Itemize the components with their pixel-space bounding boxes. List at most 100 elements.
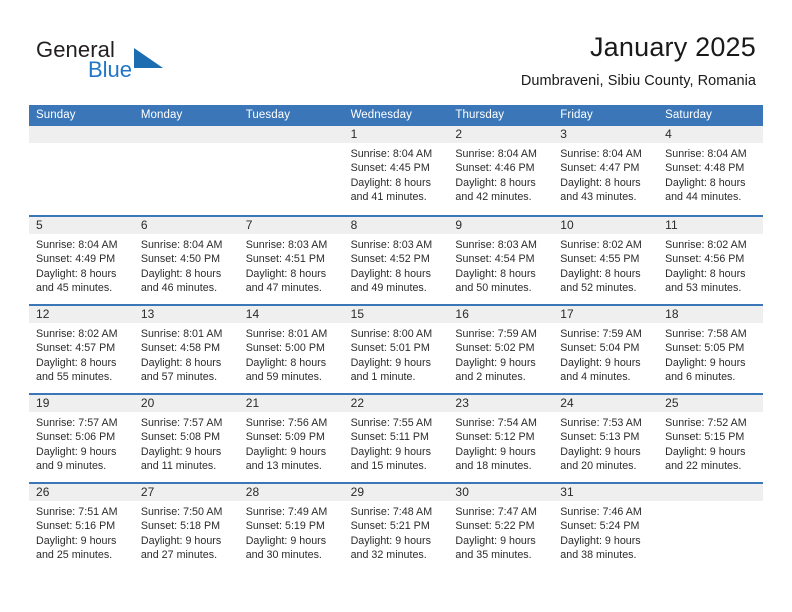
day-number-band: 9 — [448, 217, 554, 234]
day-cell-8[interactable]: 8 Sunrise: 8:03 AM Sunset: 4:52 PM Daylight… — [343, 217, 449, 304]
day-detail-line: Sunset: 4:54 PM — [455, 253, 535, 266]
day-detail-line: Sunrise: 7:54 AM — [455, 417, 537, 429]
general-blue-logo[interactable]: General Blue — [36, 37, 226, 87]
calendar-page: General Blue January 2025 Dumbraveni, Si… — [0, 0, 792, 612]
day-number-band: 23 — [448, 395, 554, 412]
calendar-weeks: 1 Sunrise: 8:04 AM Sunset: 4:45 PM Daylight… — [29, 126, 763, 571]
day-detail-line: Sunrise: 7:58 AM — [665, 328, 747, 340]
day-number: 30 — [455, 485, 469, 499]
day-detail-line: Sunrise: 7:57 AM — [36, 417, 118, 429]
day-number: 11 — [665, 218, 678, 232]
day-cell-6[interactable]: 6 Sunrise: 8:04 AM Sunset: 4:50 PM Daylight… — [133, 217, 239, 304]
day-details: Sunrise: 7:59 AM Sunset: 5:04 PM Daylight:… — [553, 323, 658, 384]
day-number-band: 3 — [553, 126, 659, 143]
day-cell-11[interactable]: 11 Sunrise: 8:02 AM Sunset: 4:56 PM Dayligh… — [658, 217, 763, 304]
day-detail-line: Sunset: 5:16 PM — [36, 520, 116, 533]
day-detail-line: Daylight: 9 hours — [36, 445, 117, 458]
day-cell-18[interactable]: 18 Sunrise: 7:58 AM Sunset: 5:05 PM Dayligh… — [658, 306, 763, 393]
day-detail-line: Daylight: 9 hours — [350, 356, 431, 369]
day-cell-16[interactable]: 16 Sunrise: 7:59 AM Sunset: 5:02 PM Dayligh… — [448, 306, 554, 393]
day-details: Sunrise: 8:00 AM Sunset: 5:01 PM Daylight:… — [344, 323, 449, 384]
day-number-band: 12 — [29, 306, 134, 323]
day-cell-23[interactable]: 23 Sunrise: 7:54 AM Sunset: 5:12 PM Dayligh… — [448, 395, 554, 482]
day-cell-20[interactable]: 20 Sunrise: 7:57 AM Sunset: 5:08 PM Dayligh… — [133, 395, 239, 482]
day-detail-line: Sunrise: 8:04 AM — [140, 239, 223, 251]
day-number-band — [238, 126, 344, 143]
day-cell-10[interactable]: 10 Sunrise: 8:02 AM Sunset: 4:55 PM Dayligh… — [553, 217, 659, 304]
day-detail-line: Daylight: 8 hours — [560, 267, 641, 280]
day-cell-empty — [133, 126, 239, 215]
day-detail-line: Sunset: 5:05 PM — [665, 342, 745, 355]
day-detail-line: Sunrise: 7:51 AM — [36, 506, 118, 518]
day-detail-line: Daylight: 9 hours — [455, 445, 536, 458]
day-cell-28[interactable]: 28 Sunrise: 7:49 AM Sunset: 5:19 PM Dayligh… — [238, 484, 344, 571]
day-detail-line: Sunrise: 7:50 AM — [140, 506, 223, 518]
day-detail-line: Sunrise: 7:53 AM — [560, 417, 642, 429]
day-number-band: 27 — [133, 484, 239, 501]
day-detail-line: Sunset: 5:21 PM — [350, 520, 430, 533]
day-cell-26[interactable]: 26 Sunrise: 7:51 AM Sunset: 5:16 PM Dayligh… — [29, 484, 134, 571]
day-detail-line: Sunset: 5:02 PM — [455, 342, 535, 355]
day-cell-13[interactable]: 13 Sunrise: 8:01 AM Sunset: 4:58 PM Dayligh… — [133, 306, 239, 393]
day-cell-9[interactable]: 9 Sunrise: 8:03 AM Sunset: 4:54 PM Daylight… — [448, 217, 554, 304]
day-detail-line: Sunrise: 7:55 AM — [350, 417, 433, 429]
day-detail-line: and 57 minutes. — [140, 370, 218, 383]
day-cell-21[interactable]: 21 Sunrise: 7:56 AM Sunset: 5:09 PM Dayligh… — [238, 395, 344, 482]
weekday-header-thursday: Thursday — [455, 109, 505, 121]
day-number-band: 10 — [553, 217, 659, 234]
day-cell-24[interactable]: 24 Sunrise: 7:53 AM Sunset: 5:13 PM Dayligh… — [553, 395, 659, 482]
day-detail-line: and 25 minutes. — [36, 548, 113, 561]
day-number: 31 — [560, 485, 574, 499]
day-cell-19[interactable]: 19 Sunrise: 7:57 AM Sunset: 5:06 PM Dayligh… — [29, 395, 134, 482]
day-cell-14[interactable]: 14 Sunrise: 8:01 AM Sunset: 5:00 PM Dayligh… — [238, 306, 344, 393]
day-cell-29[interactable]: 29 Sunrise: 7:48 AM Sunset: 5:21 PM Dayligh… — [343, 484, 449, 571]
day-cell-17[interactable]: 17 Sunrise: 7:59 AM Sunset: 5:04 PM Dayligh… — [553, 306, 659, 393]
day-details: Sunrise: 8:04 AM Sunset: 4:45 PM Daylight:… — [344, 143, 449, 204]
weekday-header-monday: Monday — [140, 109, 183, 121]
day-cell-22[interactable]: 22 Sunrise: 7:55 AM Sunset: 5:11 PM Dayligh… — [343, 395, 449, 482]
weekday-header-saturday: Saturday — [665, 109, 712, 121]
day-cell-7[interactable]: 7 Sunrise: 8:03 AM Sunset: 4:51 PM Daylight… — [238, 217, 344, 304]
day-cell-15[interactable]: 15 Sunrise: 8:00 AM Sunset: 5:01 PM Dayligh… — [343, 306, 449, 393]
day-cell-1[interactable]: 1 Sunrise: 8:04 AM Sunset: 4:45 PM Daylight… — [343, 126, 449, 215]
day-number-band: 14 — [238, 306, 344, 323]
day-detail-line: Sunset: 4:46 PM — [455, 162, 535, 175]
day-cell-27[interactable]: 27 Sunrise: 7:50 AM Sunset: 5:18 PM Dayligh… — [133, 484, 239, 571]
day-number-band: 7 — [238, 217, 344, 234]
day-details: Sunrise: 8:03 AM Sunset: 4:51 PM Daylight:… — [239, 234, 344, 295]
day-number-band: 25 — [658, 395, 763, 412]
day-detail-line: Sunset: 5:13 PM — [560, 431, 640, 444]
day-detail-line: Sunset: 5:11 PM — [350, 431, 429, 444]
day-detail-line: Daylight: 9 hours — [455, 356, 536, 369]
day-number: 27 — [140, 485, 155, 499]
day-detail-line: Sunset: 4:45 PM — [350, 162, 430, 175]
day-detail-line: and 47 minutes. — [245, 281, 322, 294]
day-cell-5[interactable]: 5 Sunrise: 8:04 AM Sunset: 4:49 PM Daylight… — [29, 217, 134, 304]
day-details: Sunrise: 7:55 AM Sunset: 5:11 PM Daylight:… — [344, 412, 449, 473]
day-detail-line: and 15 minutes. — [350, 459, 427, 472]
day-cell-2[interactable]: 2 Sunrise: 8:04 AM Sunset: 4:46 PM Daylight… — [448, 126, 554, 215]
day-detail-line: and 44 minutes. — [665, 190, 742, 203]
day-cell-25[interactable]: 25 Sunrise: 7:52 AM Sunset: 5:15 PM Dayligh… — [658, 395, 763, 482]
day-number-band: 13 — [133, 306, 239, 323]
day-detail-line: Sunset: 4:47 PM — [560, 162, 640, 175]
day-detail-line: Sunset: 4:58 PM — [140, 342, 221, 355]
day-number: 5 — [36, 218, 43, 232]
day-cell-31[interactable]: 31 Sunrise: 7:46 AM Sunset: 5:24 PM Dayligh… — [553, 484, 659, 571]
day-cell-empty — [29, 126, 134, 215]
day-detail-line: and 2 minutes. — [455, 370, 526, 383]
day-cell-3[interactable]: 3 Sunrise: 8:04 AM Sunset: 4:47 PM Daylight… — [553, 126, 659, 215]
day-detail-line: Sunset: 5:04 PM — [560, 342, 640, 355]
day-cell-12[interactable]: 12 Sunrise: 8:02 AM Sunset: 4:57 PM Dayligh… — [29, 306, 134, 393]
day-detail-line: and 50 minutes. — [455, 281, 532, 294]
day-number-band: 4 — [658, 126, 763, 143]
calendar-week-row: 12 Sunrise: 8:02 AM Sunset: 4:57 PM Dayligh… — [29, 304, 763, 393]
day-cell-30[interactable]: 30 Sunrise: 7:47 AM Sunset: 5:22 PM Dayligh… — [448, 484, 554, 571]
day-detail-line: Sunrise: 8:03 AM — [455, 239, 537, 251]
day-detail-line: Daylight: 9 hours — [140, 534, 222, 547]
day-details: Sunrise: 8:04 AM Sunset: 4:50 PM Daylight:… — [134, 234, 239, 295]
day-number-band: 11 — [658, 217, 763, 234]
day-number-band: 17 — [553, 306, 659, 323]
day-cell-4[interactable]: 4 Sunrise: 8:04 AM Sunset: 4:48 PM Daylight… — [658, 126, 763, 215]
day-details: Sunrise: 7:57 AM Sunset: 5:06 PM Daylight:… — [29, 412, 134, 473]
